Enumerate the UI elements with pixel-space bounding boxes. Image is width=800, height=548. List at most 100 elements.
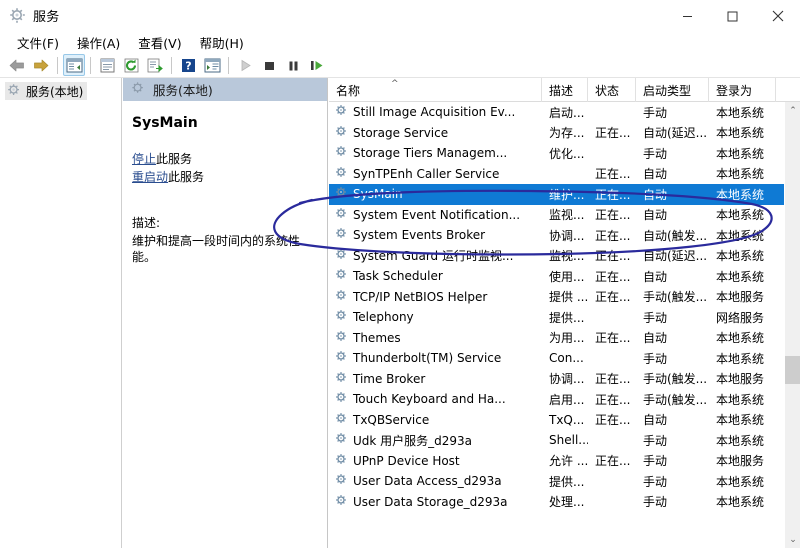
table-row[interactable]: Thunderbolt(TM) ServiceCon...手动本地系统 <box>329 348 784 369</box>
menu-help[interactable]: 帮助(H) <box>191 31 253 55</box>
table-row[interactable]: SynTPEnh Caller Service正在...自动本地系统 <box>329 164 784 185</box>
stop-service-link-line: 停止此服务 <box>132 150 327 168</box>
cell-startup-type: 自动 <box>636 206 709 223</box>
column-name[interactable]: 名称^ <box>329 78 542 102</box>
cell-startup-type-text: 手动 <box>643 493 667 510</box>
maximize-button[interactable] <box>710 0 755 32</box>
cell-description: 维护... <box>542 186 588 203</box>
cell-log-on-as-text: 本地系统 <box>716 432 764 449</box>
stop-service-link[interactable]: 停止 <box>132 152 156 166</box>
cell-log-on-as-text: 本地服务 <box>716 370 764 387</box>
cell-startup-type-text: 手动(触发... <box>643 288 707 305</box>
cell-service-name-text: UPnP Device Host <box>353 454 460 468</box>
stop-service-button[interactable] <box>258 54 280 76</box>
cell-log-on-as: 本地系统 <box>709 124 776 141</box>
table-row[interactable]: User Data Access_d293a提供...手动本地系统 <box>329 471 784 492</box>
cell-description-text: 允许 ... <box>549 452 588 469</box>
show-hide-tree-button[interactable] <box>63 54 85 76</box>
table-row[interactable]: Themes为用...正在...自动本地系统 <box>329 328 784 349</box>
table-row[interactable]: User Data Storage_d293a处理...手动本地系统 <box>329 492 784 513</box>
cell-log-on-as: 本地系统 <box>709 165 776 182</box>
scroll-down-arrow-icon[interactable]: ⌄ <box>785 531 800 548</box>
table-row[interactable]: Touch Keyboard and Ha...启用...正在...手动(触发.… <box>329 389 784 410</box>
show-details-button[interactable] <box>201 54 223 76</box>
table-row[interactable]: Telephony提供...手动网络服务 <box>329 307 784 328</box>
table-row[interactable]: UPnP Device Host允许 ...正在...手动本地服务 <box>329 451 784 472</box>
service-gear-icon <box>335 166 348 182</box>
table-row[interactable]: SysMain维护...正在...自动本地系统 <box>329 184 784 205</box>
cell-startup-type: 手动(触发... <box>636 288 709 305</box>
table-row[interactable]: System Guard 运行时监视...监视...正在...自动(延迟...本… <box>329 246 784 267</box>
column-startup-type[interactable]: 启动类型 <box>636 78 709 102</box>
selected-service-title: SysMain <box>132 115 327 131</box>
tree-item-services-local[interactable]: 服务(本地) <box>5 82 87 100</box>
menu-bar: 文件(F) 操作(A) 查看(V) 帮助(H) <box>0 32 800 53</box>
start-service-button[interactable] <box>234 54 256 76</box>
cell-startup-type-text: 自动 <box>643 186 667 203</box>
refresh-button[interactable] <box>120 54 142 76</box>
service-gear-icon <box>335 186 348 202</box>
cell-startup-type-text: 自动 <box>643 411 667 428</box>
cell-description: 允许 ... <box>542 452 588 469</box>
close-button[interactable] <box>755 0 800 32</box>
cell-description: 为存... <box>542 124 588 141</box>
table-row[interactable]: Time Broker协调...正在...手动(触发...本地服务 <box>329 369 784 390</box>
column-log-on-as[interactable]: 登录为 <box>709 78 776 102</box>
properties-button[interactable] <box>96 54 118 76</box>
description-text: 维护和提高一段时间内的系统性能。 <box>132 233 318 265</box>
table-row[interactable]: TxQBServiceTxQ...正在...自动本地系统 <box>329 410 784 431</box>
cell-startup-type: 手动 <box>636 493 709 510</box>
restart-service-button[interactable] <box>306 54 328 76</box>
table-row[interactable]: Task Scheduler使用...正在...自动本地系统 <box>329 266 784 287</box>
menu-view[interactable]: 查看(V) <box>129 31 190 55</box>
minimize-button[interactable] <box>665 0 710 32</box>
help-button[interactable]: ? <box>177 54 199 76</box>
table-row[interactable]: Udk 用户服务_d293aShell...手动本地系统 <box>329 430 784 451</box>
cell-service-name: Storage Service <box>329 125 542 141</box>
cell-description-text: Shell... <box>549 433 588 447</box>
table-row[interactable]: TCP/IP NetBIOS Helper提供 ...正在...手动(触发...… <box>329 287 784 308</box>
cell-status-text: 正在... <box>595 452 630 469</box>
table-row[interactable]: System Event Notification...监视...正在...自动… <box>329 205 784 226</box>
cell-description-text: TxQ... <box>549 413 584 427</box>
vertical-scrollbar[interactable]: ⌃ ⌄ <box>784 102 800 548</box>
cell-description-text: 提供 ... <box>549 288 588 305</box>
table-row[interactable]: System Events Broker协调...正在...自动(触发...本地… <box>329 225 784 246</box>
menu-action[interactable]: 操作(A) <box>68 31 129 55</box>
cell-log-on-as: 本地系统 <box>709 473 776 490</box>
pause-service-button[interactable] <box>282 54 304 76</box>
column-description[interactable]: 描述 <box>542 78 588 102</box>
cell-startup-type-text: 手动 <box>643 473 667 490</box>
cell-log-on-as: 本地系统 <box>709 145 776 162</box>
scrollbar-thumb[interactable] <box>785 356 800 384</box>
column-status[interactable]: 状态 <box>588 78 636 102</box>
cell-description: 启动... <box>542 104 588 121</box>
cell-startup-type-text: 手动 <box>643 309 667 326</box>
cell-description: 提供... <box>542 309 588 326</box>
cell-description-text: 处理... <box>549 493 584 510</box>
cell-service-name-text: User Data Storage_d293a <box>353 495 507 509</box>
service-gear-icon <box>335 412 348 428</box>
cell-status: 正在... <box>588 206 636 223</box>
cell-service-name-text: Time Broker <box>353 372 425 386</box>
table-row[interactable]: Storage Service为存...正在...自动(延迟...本地系统 <box>329 123 784 144</box>
cell-startup-type: 自动(延迟... <box>636 247 709 264</box>
export-list-button[interactable] <box>144 54 166 76</box>
scroll-up-arrow-icon[interactable]: ⌃ <box>785 102 800 119</box>
cell-log-on-as: 本地系统 <box>709 104 776 121</box>
menu-file[interactable]: 文件(F) <box>8 31 68 55</box>
cell-startup-type-text: 手动(触发... <box>643 370 707 387</box>
restart-service-link[interactable]: 重启动 <box>132 170 168 184</box>
back-button[interactable] <box>6 54 28 76</box>
cell-service-name: User Data Storage_d293a <box>329 494 542 510</box>
forward-button[interactable] <box>30 54 52 76</box>
table-row[interactable]: Still Image Acquisition Ev...启动...手动本地系统 <box>329 102 784 123</box>
table-row[interactable]: Storage Tiers Managem...优化...手动本地系统 <box>329 143 784 164</box>
cell-log-on-as: 本地服务 <box>709 370 776 387</box>
details-pane-header: 服务(本地) <box>123 78 327 101</box>
cell-description-text: 使用... <box>549 268 584 285</box>
cell-service-name-text: TCP/IP NetBIOS Helper <box>353 290 487 304</box>
column-header-label: 登录为 <box>716 82 752 99</box>
cell-service-name-text: Touch Keyboard and Ha... <box>353 392 506 406</box>
service-gear-icon <box>335 227 348 243</box>
